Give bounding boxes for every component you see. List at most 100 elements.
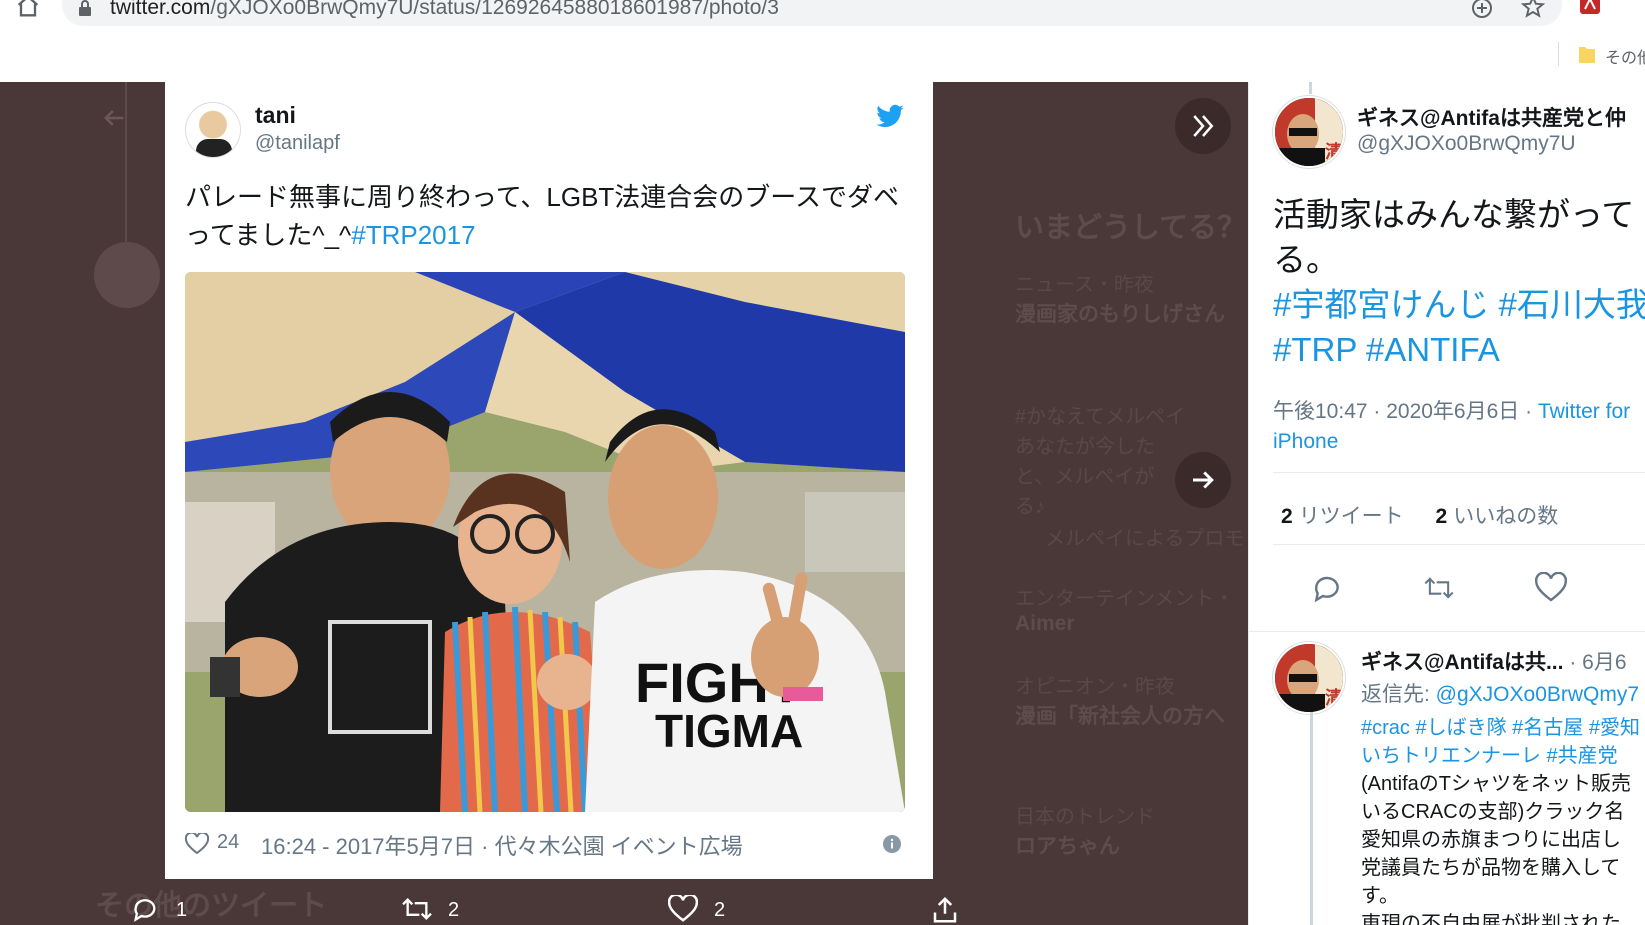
divider (1273, 544, 1645, 545)
tweet-photo[interactable]: FIGHT TIGMA (185, 272, 905, 812)
tweet-source-cont[interactable]: iPhone (1273, 430, 1338, 453)
reply-line: す。 (1361, 885, 1399, 907)
pdf-extension-icon[interactable] (1578, 0, 1602, 16)
card-footer: 24 16:24 - 2017年5月7日 · 代々木公園 イベント広場 (185, 827, 905, 861)
info-icon[interactable] (883, 835, 901, 853)
retweet-icon (402, 898, 432, 920)
tweet-detail-panel: 清 ギネス@Antifaは共産党と仲 @gXJOXo0BrwQmy7U 活動家は… (1248, 82, 1645, 925)
hashtag-links[interactable]: #crac #しばき隊 #名古屋 #愛知 (1361, 714, 1645, 742)
heart-icon[interactable] (1535, 572, 1567, 604)
url-text[interactable]: twitter.com/gXJOXo0BrwQmy7U/status/12692… (110, 0, 779, 20)
reply-line: 東現の不自由展が批判された (1361, 913, 1621, 925)
share-action[interactable] (930, 895, 960, 925)
author-handle[interactable]: @gXJOXo0BrwQmy7U (1357, 132, 1576, 156)
hashtag-links[interactable]: #TRP #ANTIFA (1273, 327, 1645, 372)
retweets-count: 2 (1281, 505, 1293, 528)
trend-meta: ニュース・昨夜 (1015, 274, 1154, 296)
arrow-right-icon (1193, 471, 1214, 489)
retweet-action[interactable]: 2 (400, 895, 459, 925)
retweets-label: リツイート (1298, 505, 1404, 528)
promo-desc: る♪ (1015, 496, 1045, 518)
url-host: twitter.com (110, 0, 211, 19)
folder-icon (1579, 47, 1595, 63)
reply-author[interactable]: ギネス@Antifaは共... · 6月6 (1361, 646, 1627, 676)
photo-illustration: FIGHT TIGMA (185, 272, 905, 812)
reply-text: #crac #しばき隊 #名古屋 #愛知 いちトリエンナーレ #共産党 (Ant… (1361, 714, 1645, 925)
likes-stat[interactable]: 2 いいねの数 (1436, 505, 1559, 528)
promo-desc: と、メルペイが (1015, 466, 1155, 488)
promo-tag[interactable]: #かなえてメルペイ (1015, 400, 1185, 429)
hashtag-links[interactable]: #宇都宮けんじ #石川大我 (1273, 282, 1645, 327)
avatar (94, 242, 160, 308)
retweets-stat[interactable]: 2 リツイート (1281, 505, 1404, 528)
thread-line (125, 82, 127, 242)
star-icon[interactable] (1520, 0, 1546, 20)
heart-icon (667, 893, 699, 922)
heart-icon[interactable] (185, 833, 209, 855)
whats-happening-heading: いまどうしてる？ (1015, 212, 1247, 244)
reply-line: 愛知県の赤旗まつりに出店し (1361, 829, 1621, 851)
divider (1273, 472, 1645, 473)
tweet-source[interactable]: Twitter for (1538, 400, 1630, 423)
trend-meta: 日本のトレンド (1015, 806, 1155, 828)
author-name[interactable]: ギネス@Antifaは共産党と仲 (1357, 102, 1626, 132)
likes-count: 2 (1435, 505, 1448, 528)
avatar-image: 清 (1275, 644, 1343, 712)
svg-text:TIGMA: TIGMA (655, 705, 803, 757)
reply-date[interactable]: · 6月6 (1563, 651, 1626, 674)
reply-icon[interactable] (1311, 572, 1343, 604)
embedded-tweet-card[interactable]: tani @tanilapf パレード無事に周り終わって、LGBT法連合会のブー… (165, 82, 933, 879)
hashtag-link[interactable]: #TRP2017 (351, 220, 475, 250)
browser-chrome: twitter.com/gXJOXo0BrwQmy7U/status/12692… (0, 0, 1645, 82)
reply-to-label: 返信先: (1361, 683, 1436, 706)
retweet-count: 2 (448, 899, 460, 921)
promo-desc: あなたが今した (1015, 436, 1155, 458)
trend-title[interactable]: ロアちゃん (1015, 830, 1120, 860)
bookmark-other[interactable]: その他 (1605, 44, 1645, 68)
reply-line: 党議員たちが品物を購入して (1361, 857, 1621, 879)
like-count: 2 (714, 899, 726, 921)
add-icon[interactable] (1470, 0, 1494, 20)
reply-icon (134, 899, 156, 922)
like-count: 24 (217, 831, 240, 853)
svg-text:清: 清 (1325, 688, 1343, 708)
thread-line (1310, 712, 1313, 925)
twitter-bird-icon[interactable] (875, 104, 905, 130)
reply-count: 1 (176, 899, 188, 921)
like-action[interactable]: 2 (667, 893, 725, 925)
trend-meta: オピニオン・昨夜 (1015, 676, 1175, 698)
tweet-time[interactable]: 午後10:47 · 2020年6月6日 · (1273, 400, 1538, 423)
tweet-line: る。 (1273, 241, 1339, 278)
trend-meta: エンターテインメント・ (1015, 588, 1235, 610)
tweet-text: 活動家はみんな繋がって る。 #宇都宮けんじ #石川大我 #TRP #ANTIF… (1273, 192, 1645, 372)
retweet-icon[interactable] (1423, 572, 1455, 604)
tweet-date-location[interactable]: 16:24 - 2017年5月7日 · 代々木公園 イベント広場 (261, 829, 743, 861)
trend-title[interactable]: 漫画「新社会人の方へ (1015, 700, 1225, 730)
share-icon (933, 896, 957, 923)
double-chevron-right-icon (1193, 115, 1214, 137)
tweet-stats: 2 リツイート 2 いいねの数 (1281, 500, 1558, 530)
avatar[interactable]: 清 (1273, 96, 1345, 168)
avatar[interactable]: 清 (1273, 642, 1345, 714)
author-handle[interactable]: @tanilapf (255, 132, 340, 155)
expand-button[interactable] (1175, 98, 1231, 154)
trend-title[interactable]: Aimer (1015, 612, 1075, 636)
reply-author-name: ギネス@Antifaは共... (1361, 651, 1564, 674)
avatar[interactable] (185, 102, 241, 158)
svg-text:清: 清 (1325, 142, 1343, 162)
reply-line: いるCRACの支部)クラック名 (1361, 801, 1625, 823)
trend-title[interactable]: 漫画家のもりしげさん (1015, 298, 1225, 328)
reply-action[interactable]: 1 (130, 895, 187, 925)
arrow-left-icon[interactable] (100, 104, 128, 132)
hashtag-links[interactable]: いちトリエンナーレ #共産党 (1361, 742, 1645, 770)
author-name[interactable]: tani (255, 102, 296, 129)
next-photo-button[interactable] (1175, 452, 1231, 508)
url-path: /gXJOXo0BrwQmy7U/status/1269264588018601… (210, 0, 779, 19)
tweet-text: パレード無事に周り終わって、LGBT法連合会のブースでダベってました^_^#TR… (185, 178, 905, 254)
lock-icon (79, 0, 91, 16)
reply-to-handle[interactable]: @gXJOXo0BrwQmy7 (1436, 683, 1639, 706)
promo-by: メルペイによるプロモ (1045, 528, 1245, 550)
avatar-image: 清 (1275, 98, 1343, 166)
home-icon[interactable] (14, 0, 42, 20)
tweet-line: 活動家はみんな繋がって (1273, 196, 1635, 233)
